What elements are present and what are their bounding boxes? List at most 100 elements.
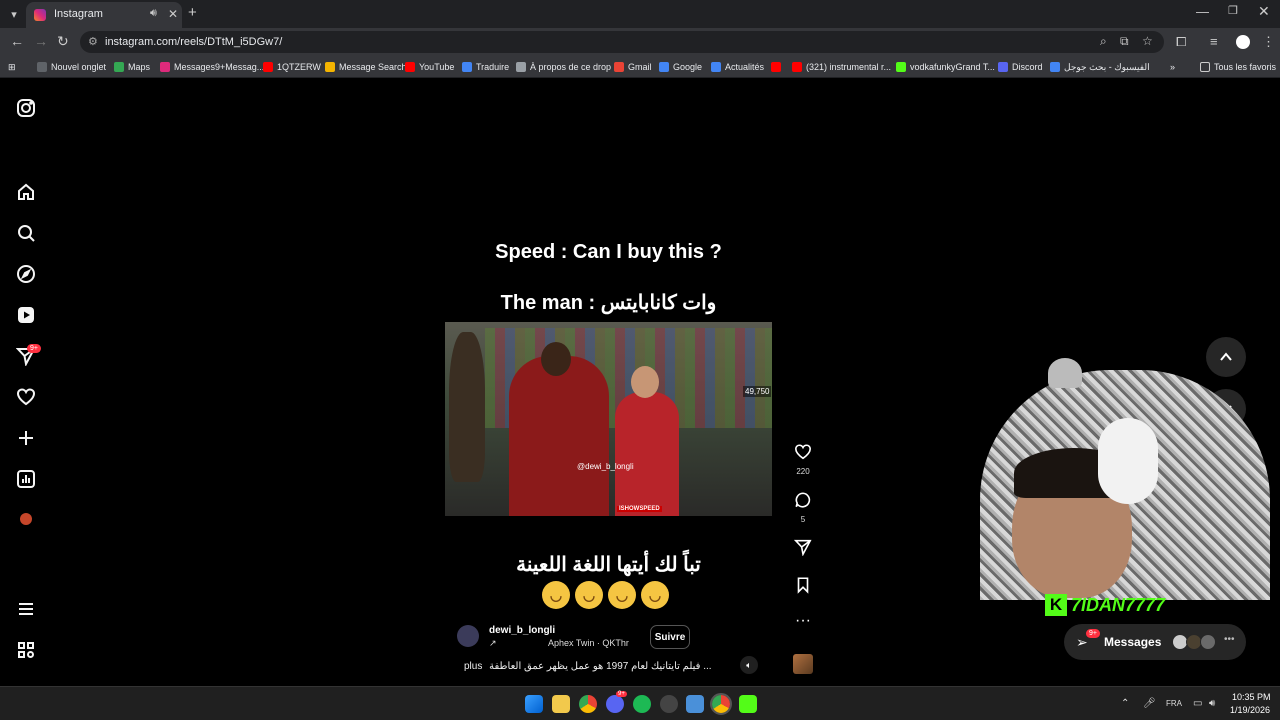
author-avatar[interactable] [457, 625, 479, 647]
tab-audio-icon[interactable]: 🔊︎ [150, 7, 157, 20]
zoom-icon[interactable]: ⌕ [1100, 34, 1107, 49]
bookmark-label: Gmail [628, 62, 652, 72]
windows-start-icon[interactable] [525, 695, 543, 713]
reload-icon[interactable]: ↻ [57, 33, 69, 50]
bookmark-star-icon[interactable]: ☆ [1142, 34, 1153, 48]
share-icon [793, 539, 812, 557]
network-icon[interactable]: ▭ [1193, 698, 1202, 709]
file-explorer-icon[interactable] [552, 695, 570, 713]
bookmark-item[interactable]: 1QTZERW [263, 60, 321, 74]
bookmark-label: Messages9+Messag... [174, 62, 265, 72]
tray-overflow-icon[interactable]: ⌃ [1121, 698, 1129, 709]
bookmark-favicon-icon [711, 62, 721, 72]
audio-track-name[interactable]: Aphex Twin · QKThr [548, 638, 629, 648]
apps-grid-icon[interactable]: ⊞ [8, 60, 16, 74]
bookmark-item[interactable]: YouTube [405, 60, 454, 74]
like-button[interactable]: 220 [790, 443, 816, 476]
author-username[interactable]: dewi_b_longli [489, 625, 555, 636]
discord-icon[interactable] [606, 695, 624, 713]
notifications-heart-icon[interactable] [16, 387, 36, 407]
bookmark-item[interactable]: Gmail [614, 60, 652, 74]
instagram-sidebar: 9+ [0, 78, 54, 684]
tab-close-icon[interactable]: ✕ [168, 7, 178, 21]
install-app-icon[interactable]: ⧉ [1120, 34, 1129, 49]
tab-search-dropdown-icon[interactable]: ▾ [6, 6, 22, 22]
more-menu-icon[interactable] [16, 599, 36, 619]
home-icon[interactable] [16, 182, 36, 202]
reel-caption-line1: Speed : Can I buy this ? [495, 241, 722, 263]
browser-tab-instagram[interactable]: Instagram 🔊︎ ✕ [26, 2, 182, 28]
bookmark-favicon-icon [1050, 62, 1060, 72]
more-dots-icon: ••• [1224, 634, 1235, 645]
bookmark-item[interactable]: الفيسبوك - بحث جوجل [1050, 60, 1150, 74]
follow-button[interactable]: Suivre [650, 625, 690, 649]
window-restore-icon[interactable]: ❐ [1228, 4, 1238, 17]
app-icon[interactable] [686, 695, 704, 713]
bookmark-item[interactable]: Discord [998, 60, 1043, 74]
site-info-icon[interactable]: ⚙︎ [88, 35, 98, 48]
url-text[interactable]: instagram.com/reels/DTtM_i5DGw7/ [105, 36, 282, 48]
microphone-icon[interactable]: 🎤︎ [1143, 698, 1156, 709]
reel-video-player[interactable]: Speed : Can I buy this ? The man : وات ك… [445, 104, 772, 684]
bookmark-item[interactable]: Messages9+Messag... [160, 60, 264, 74]
back-icon[interactable]: ← [10, 33, 24, 49]
chrome-active-icon[interactable] [710, 693, 732, 715]
window-minimize-icon[interactable]: — [1196, 4, 1209, 19]
browser-tab-bar: ▾ Instagram 🔊︎ ✕ + — ❐ ✕ [0, 0, 1280, 28]
comment-button[interactable]: 5 [790, 491, 816, 524]
new-tab-icon[interactable]: + [188, 4, 197, 21]
audio-thumbnail[interactable] [793, 654, 813, 674]
clock-time[interactable]: 10:35 PM [1232, 692, 1271, 702]
forward-icon[interactable]: → [34, 33, 48, 49]
bookmark-favicon-icon [614, 62, 624, 72]
bookmark-item[interactable]: vodkafunkyGrand T... [896, 60, 995, 74]
bookmark-favicon-icon [160, 62, 170, 72]
search-icon[interactable] [16, 223, 36, 243]
mute-toggle-icon[interactable]: 🔈︎ [740, 656, 758, 674]
save-button[interactable] [790, 576, 816, 599]
create-plus-icon[interactable] [16, 428, 36, 448]
more-bookmarks-icon[interactable]: » [1170, 60, 1175, 74]
all-bookmarks-folder[interactable]: Tous les favoris [1200, 60, 1276, 74]
window-close-icon[interactable]: ✕ [1258, 3, 1270, 20]
bookmark-favicon-icon [462, 62, 472, 72]
bookmark-item[interactable]: (321) instrumental r... [792, 60, 891, 74]
profile-avatar-icon[interactable] [1236, 35, 1250, 49]
bookmark-item[interactable]: Maps [114, 60, 150, 74]
volume-icon[interactable]: 🔊︎ [1209, 698, 1215, 709]
language-indicator[interactable]: FRA [1166, 699, 1182, 708]
chrome-icon[interactable] [579, 695, 597, 713]
share-button[interactable] [790, 538, 816, 561]
bookmark-item[interactable]: Nouvel onglet [37, 60, 106, 74]
bookmark-favicon-icon [325, 62, 335, 72]
explore-compass-icon[interactable] [16, 264, 36, 284]
streamer-tag: K 7IDAN7777 [1045, 593, 1165, 617]
dashboard-icon[interactable] [16, 469, 36, 489]
also-from-meta-icon[interactable] [16, 640, 36, 660]
reels-icon[interactable] [16, 305, 36, 325]
more-options-icon[interactable]: ··· [790, 612, 816, 630]
bookmark-item[interactable]: À propos de ce drop [516, 60, 611, 74]
spotify-icon[interactable] [633, 695, 651, 713]
video-frame: 49,750 @dewi_b_longli ISHOWSPEED [445, 322, 772, 516]
person-shopkeeper [615, 392, 679, 516]
bookmark-item[interactable] [771, 60, 781, 74]
bookmark-item[interactable]: Actualités [711, 60, 764, 74]
clock-date[interactable]: 1/19/2026 [1230, 705, 1270, 715]
profile-avatar[interactable] [20, 513, 32, 525]
bookmark-item[interactable]: Google [659, 60, 702, 74]
kick-app-icon[interactable] [739, 695, 757, 713]
bookmark-item[interactable]: Message Search [325, 60, 407, 74]
messages-pill[interactable]: ➢ 9+ Messages ••• [1064, 624, 1246, 660]
instagram-logo-icon[interactable] [16, 98, 36, 118]
bookmark-item[interactable]: Traduire [462, 60, 509, 74]
media-control-icon[interactable]: ≡ [1210, 34, 1218, 49]
obs-icon[interactable] [660, 695, 678, 713]
address-bar[interactable]: ⚙︎ instagram.com/reels/DTtM_i5DGw7/ ⌕ ⧉ … [80, 31, 1164, 53]
browser-toolbar: ← → ↻ ⚙︎ instagram.com/reels/DTtM_i5DGw7… [0, 28, 1280, 56]
chrome-menu-icon[interactable]: ⋮ [1262, 34, 1275, 50]
audio-link-icon[interactable]: ↗ [489, 638, 497, 649]
carved-mask [449, 332, 485, 482]
more-link[interactable]: plus [464, 661, 482, 672]
extensions-icon[interactable]: ⧠ [1176, 34, 1186, 50]
